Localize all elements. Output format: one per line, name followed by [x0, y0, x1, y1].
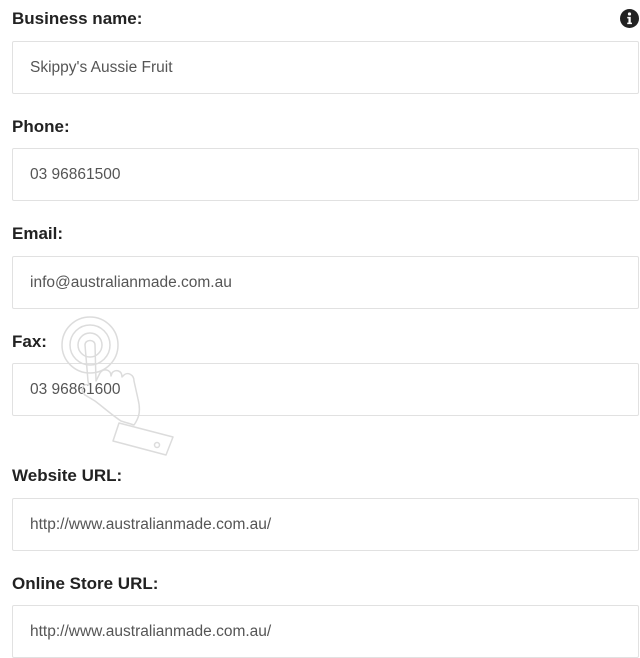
email-label: Email: [12, 224, 64, 243]
phone-label: Phone: [12, 117, 70, 136]
website-url-label: Website URL: [12, 466, 123, 485]
fax-label: Fax: [12, 332, 47, 351]
business-name-label: Business name: [12, 9, 143, 28]
online-store-url-input[interactable] [12, 605, 639, 658]
website-url-input[interactable] [12, 498, 639, 551]
phone-input[interactable] [12, 148, 639, 201]
online-store-url-label: Online Store URL: [12, 574, 159, 593]
fax-input[interactable] [12, 363, 639, 416]
info-circle-icon [620, 9, 639, 28]
email-input[interactable] [12, 256, 639, 309]
business-name-input[interactable] [12, 41, 639, 94]
info-icon[interactable] [620, 9, 639, 28]
